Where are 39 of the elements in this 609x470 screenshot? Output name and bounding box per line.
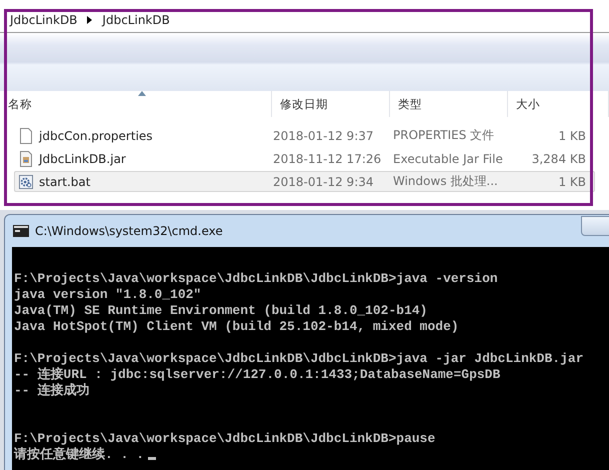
sort-arrow-icon	[138, 91, 146, 96]
file-type: Executable Jar File	[393, 152, 504, 166]
file-row[interactable]: jdbcCon.properties 2018-01-12 9:37 PROPERTIES 文件 1 KB	[14, 125, 595, 146]
console-line: Java(TM) SE Runtime Environment (build 1.8.0_102-b14)	[14, 303, 428, 319]
console-line: F:\Projects\Java\workspace\JdbcLinkDB\JdbcLinkDB>java -version	[14, 271, 498, 287]
console-line: -- 连接成功	[14, 383, 90, 399]
breadcrumb-item[interactable]: JdbcLinkDB	[102, 13, 170, 27]
column-header[interactable]: 修改日期	[272, 91, 390, 117]
file-type: Windows 批处理...	[393, 173, 499, 190]
file-size: 1 KB	[557, 128, 587, 142]
column-header[interactable]: 大小	[508, 91, 609, 117]
modified-date: 2018-11-12 17:26	[273, 152, 382, 166]
file-row[interactable]: JdbcLinkDB.jar 2018-11-12 17:26 Executable Jar File 3,284 KB	[14, 148, 595, 169]
document-icon	[19, 128, 33, 144]
file-type: PROPERTIES 文件	[393, 127, 496, 144]
minimize-button[interactable]	[581, 216, 609, 236]
console-icon	[13, 225, 29, 237]
image-file-icon	[19, 150, 33, 166]
text-cursor	[148, 457, 156, 460]
console-line: 请按任意键继续. . .	[14, 447, 144, 463]
console-line: F:\Projects\Java\workspace\JdbcLinkDB\JdbcLinkDB>java -jar JdbcLinkDB.jar	[14, 351, 584, 366]
file-size: 3,284 KB	[530, 152, 587, 166]
file-name: JdbcLinkDB.jar	[39, 152, 126, 166]
chevron-icon	[87, 16, 92, 24]
file-name: start.bat	[39, 174, 90, 188]
modified-date: 2018-01-12 9:34	[273, 174, 374, 188]
console-line: java version "1.8.0_102"	[14, 287, 202, 303]
modified-date: 2018-01-12 9:37	[273, 128, 374, 142]
file-name: jdbcCon.properties	[39, 128, 153, 142]
breadcrumb-item[interactable]: JdbcLinkDB	[10, 13, 78, 27]
column-header[interactable]: 名称	[0, 91, 272, 117]
console-line: F:\Projects\Java\workspace\JdbcLinkDB\JdbcLinkDB>pause	[14, 431, 436, 446]
console-line: -- 连接URL : jdbc:sqlserver://127.0.0.1:1433;DatabaseName=GpsDB	[14, 367, 500, 382]
console-line: Java HotSpot(TM) Client VM (build 25.102-b14, mixed mode)	[14, 319, 459, 335]
file-row[interactable]: start.bat 2018-01-12 9:34 Windows 批处理... 1 KB	[14, 171, 595, 192]
gear-file-icon	[19, 174, 33, 190]
window-title: C:\Windows\system32\cmd.exe	[35, 224, 223, 238]
file-size: 1 KB	[557, 174, 587, 188]
column-header[interactable]: 类型	[390, 91, 508, 117]
